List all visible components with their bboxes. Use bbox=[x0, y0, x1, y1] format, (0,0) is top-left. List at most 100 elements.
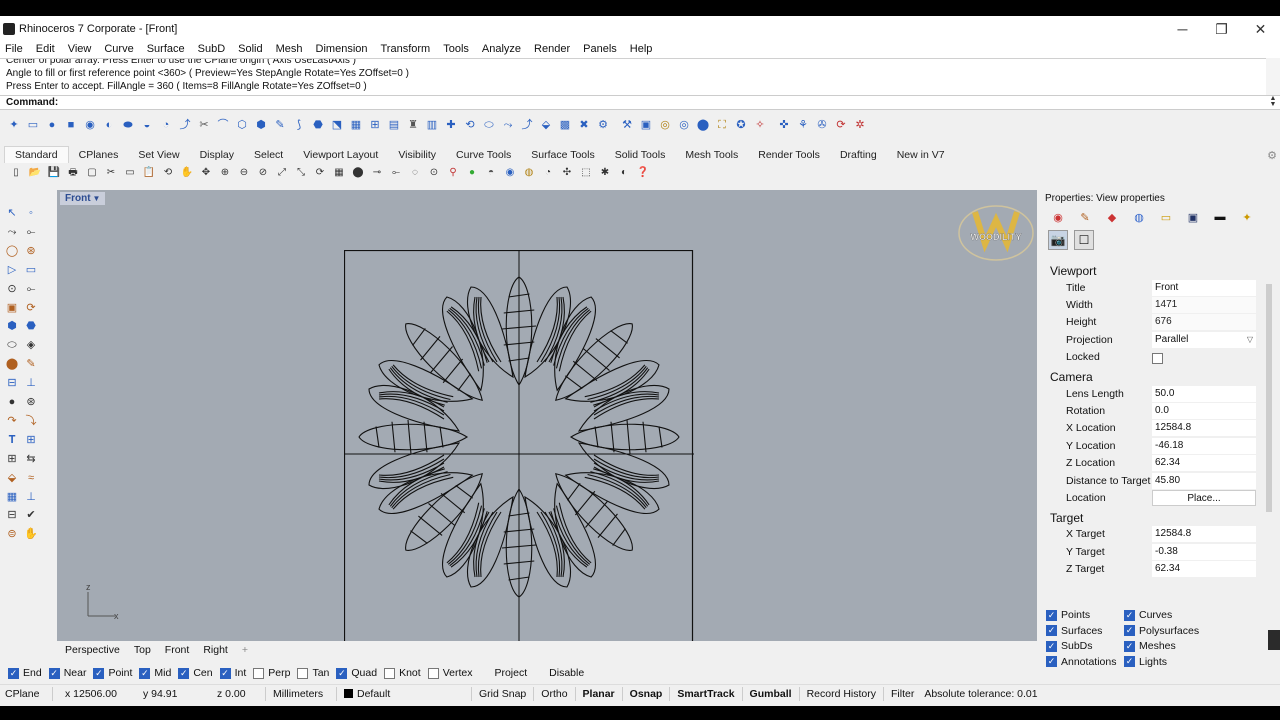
cplane-label[interactable]: CPlane bbox=[0, 688, 50, 700]
menu-surface[interactable]: Surface bbox=[147, 43, 185, 55]
checkbox[interactable] bbox=[479, 668, 490, 679]
checkbox[interactable]: ✓ bbox=[178, 667, 190, 679]
tab-viewport-layout[interactable]: Viewport Layout bbox=[293, 149, 388, 161]
monitor-icon[interactable]: ▬ bbox=[1210, 210, 1230, 224]
menu-view[interactable]: View bbox=[68, 43, 92, 55]
minimize-button[interactable]: ─ bbox=[1163, 16, 1202, 42]
texture-icon[interactable]: ▣ bbox=[1183, 210, 1203, 224]
standard-tool-icon[interactable]: ⊕ bbox=[217, 166, 233, 181]
left-tool-icon[interactable]: ⤵ bbox=[23, 414, 39, 429]
left-tool-icon[interactable]: ◦ bbox=[23, 206, 39, 221]
checkbox[interactable]: ✓ bbox=[219, 667, 231, 679]
snap-vertex[interactable]: Vertex bbox=[427, 667, 472, 679]
command-spinner[interactable]: ▲ ▼ bbox=[1268, 95, 1278, 109]
standard-tool-icon[interactable]: ⚲ bbox=[445, 166, 461, 181]
checkbox[interactable]: ✓ bbox=[48, 667, 60, 679]
units-label[interactable]: Millimeters bbox=[268, 688, 334, 700]
checkbox[interactable]: ✓ bbox=[8, 667, 19, 679]
material-icon[interactable]: ◉ bbox=[1048, 210, 1068, 224]
filter-subds[interactable]: ✓ SubDs bbox=[1046, 640, 1093, 652]
tool-icon[interactable]: ♜ bbox=[405, 118, 421, 133]
standard-tool-icon[interactable]: 💾 bbox=[46, 166, 62, 181]
standard-tool-icon[interactable]: ✂ bbox=[103, 166, 119, 181]
light-icon[interactable]: ✦ bbox=[1237, 210, 1257, 224]
tool-icon[interactable]: ⬣ bbox=[310, 118, 326, 133]
checkbox[interactable]: ✓ bbox=[1124, 609, 1135, 621]
standard-tool-icon[interactable]: 🖶 bbox=[65, 166, 81, 181]
tool-icon[interactable]: ▭ bbox=[25, 118, 41, 133]
filter-lights[interactable]: ✓ Lights bbox=[1124, 656, 1167, 668]
tool-icon[interactable]: ◎ bbox=[676, 118, 692, 133]
brush-icon[interactable]: ✎ bbox=[1075, 210, 1095, 224]
tab-cplanes[interactable]: CPlanes bbox=[69, 149, 129, 161]
menu-subd[interactable]: SubD bbox=[198, 43, 226, 55]
tool-icon[interactable]: ⤴ bbox=[519, 118, 535, 133]
left-tool-icon[interactable]: ⇆ bbox=[23, 452, 39, 467]
standard-tool-icon[interactable]: ▦ bbox=[331, 166, 347, 181]
camera-icon[interactable]: 📷 bbox=[1048, 230, 1068, 250]
left-tool-icon[interactable]: ⊙ bbox=[4, 282, 20, 297]
left-tool-icon[interactable]: ▣ bbox=[4, 301, 20, 316]
front-viewport[interactable]: Front ▼ WOODILITY z x bbox=[57, 190, 1037, 641]
standard-tool-icon[interactable]: ⊸ bbox=[369, 166, 385, 181]
tool-icon[interactable]: ⤴ bbox=[177, 118, 193, 133]
standard-tool-icon[interactable]: ▯ bbox=[8, 166, 24, 181]
property-value[interactable]: -46.18 bbox=[1152, 437, 1256, 454]
filter-points[interactable]: ✓ Points bbox=[1046, 609, 1090, 621]
checkbox[interactable]: ✓ bbox=[336, 667, 348, 679]
checkbox[interactable] bbox=[534, 668, 545, 679]
left-tool-icon[interactable]: ⬭ bbox=[4, 338, 20, 353]
tool-icon[interactable]: ✪ bbox=[733, 118, 749, 133]
tab-new-in-v7[interactable]: New in V7 bbox=[887, 149, 955, 161]
left-tool-icon[interactable]: ⟜ bbox=[23, 282, 39, 297]
chevron-down-icon[interactable]: ▽ bbox=[1247, 332, 1253, 348]
checkbox[interactable]: ✓ bbox=[1124, 625, 1135, 636]
tool-icon[interactable]: ✖ bbox=[576, 118, 592, 133]
grid-snap-toggle[interactable]: Grid Snap bbox=[474, 688, 531, 700]
snap-cen[interactable]: ✓ Cen bbox=[178, 667, 213, 679]
checkbox[interactable]: ✓ bbox=[1046, 656, 1057, 667]
left-tool-icon[interactable]: ⟜ bbox=[23, 225, 39, 240]
standard-tool-icon[interactable]: ⊙ bbox=[426, 166, 442, 181]
tool-icon[interactable]: ✦ bbox=[6, 118, 22, 133]
standard-tool-icon[interactable]: ◌ bbox=[407, 166, 423, 181]
viewport-frame-icon[interactable]: ☐ bbox=[1074, 230, 1094, 250]
gumball-toggle[interactable]: Gumball bbox=[745, 688, 797, 700]
tool-icon[interactable]: ⬡ bbox=[234, 118, 250, 133]
tool-icon[interactable]: ▤ bbox=[386, 118, 402, 133]
add-viewport-icon[interactable]: + bbox=[236, 644, 254, 656]
tool-icon[interactable]: ■ bbox=[63, 118, 79, 133]
checkbox[interactable] bbox=[427, 667, 439, 679]
property-value[interactable]: 45.80 bbox=[1152, 472, 1256, 489]
menu-transform[interactable]: Transform bbox=[381, 43, 431, 55]
standard-tool-icon[interactable]: ⬚ bbox=[578, 166, 594, 181]
tab-select[interactable]: Select bbox=[244, 149, 293, 161]
tool-icon[interactable]: ⚘ bbox=[795, 118, 811, 133]
left-tool-icon[interactable]: ▷ bbox=[4, 263, 20, 278]
menu-help[interactable]: Help bbox=[630, 43, 653, 55]
property-value[interactable]: 12584.8 bbox=[1152, 420, 1256, 437]
standard-tool-icon[interactable]: ◓ bbox=[483, 166, 499, 181]
property-value[interactable]: 62.34 bbox=[1152, 455, 1256, 472]
side-tab[interactable] bbox=[1268, 630, 1280, 650]
filter-annotations[interactable]: ✓ Annotations bbox=[1046, 656, 1116, 668]
standard-tool-icon[interactable]: ⤢ bbox=[274, 166, 290, 181]
menu-tools[interactable]: Tools bbox=[443, 43, 469, 55]
standard-tool-icon[interactable]: ⟳ bbox=[312, 166, 328, 181]
tool-icon[interactable]: ▥ bbox=[424, 118, 440, 133]
tab-drafting[interactable]: Drafting bbox=[830, 149, 887, 161]
property-value[interactable]: -0.38 bbox=[1152, 543, 1256, 560]
property-value[interactable]: 0.0 bbox=[1152, 403, 1256, 420]
snap-mid[interactable]: ✓ Mid bbox=[139, 667, 171, 679]
property-value[interactable]: Parallel ▽ bbox=[1152, 331, 1256, 348]
menu-render[interactable]: Render bbox=[534, 43, 570, 55]
standard-tool-icon[interactable]: ◍ bbox=[521, 166, 537, 181]
snap-int[interactable]: ✓ Int bbox=[219, 667, 246, 679]
left-tool-icon[interactable]: ⟳ bbox=[23, 301, 39, 316]
left-tool-icon[interactable]: ⊟ bbox=[4, 376, 20, 391]
checkbox[interactable]: ✓ bbox=[1046, 625, 1057, 636]
standard-tool-icon[interactable]: 📋 bbox=[141, 166, 157, 181]
tool-icon[interactable]: ⬭ bbox=[481, 118, 497, 133]
standard-tool-icon[interactable]: ✋ bbox=[179, 166, 195, 181]
panel-scroll-thumb[interactable] bbox=[1266, 284, 1272, 512]
